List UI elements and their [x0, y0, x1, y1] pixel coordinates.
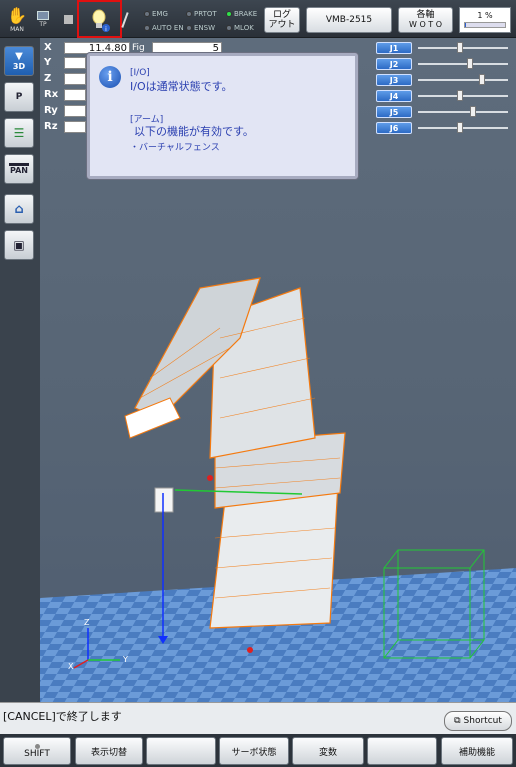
slider-knob[interactable] — [479, 74, 486, 85]
status-message: [CANCEL]で終了します — [3, 710, 122, 723]
popup-io-tag: [I/O] — [130, 68, 150, 78]
function-key-bar: SHIFT 表示切替 サーボ状態 変数 補助機能 — [0, 734, 516, 767]
joint-slider-j3[interactable] — [418, 73, 512, 86]
joint-row-j1: J1 — [376, 41, 512, 54]
joint-row-j5: J5 — [376, 105, 512, 118]
joint-slider-j4[interactable] — [418, 89, 512, 102]
speed-control[interactable]: 1 % — [459, 7, 511, 33]
joint-row-j4: J4 — [376, 89, 512, 102]
slider-knob[interactable] — [456, 90, 463, 101]
info-icon: i — [99, 66, 121, 88]
view-3d-button[interactable]: ▼ 3D — [4, 46, 34, 76]
teach-pendant-icon — [37, 10, 49, 20]
joint-button-j6[interactable]: J6 — [376, 121, 412, 134]
view-3d-icon: ▼ — [15, 51, 23, 62]
speed-bar-fill — [465, 23, 466, 27]
world-axis-label-z: Z — [84, 618, 90, 627]
left-toolbar: ▼ 3D P ☰ PAN ⌂ ▣ — [0, 38, 40, 702]
point-icon: P — [15, 92, 23, 102]
coord-rx-field[interactable] — [64, 88, 86, 101]
io-info-popup[interactable]: i [I/O] I/Oは通常状態です。 [アーム] 以下の機能が有効です。 ・バ… — [87, 53, 358, 179]
box-icon: ▣ — [13, 238, 25, 252]
fig-field[interactable]: 5 — [152, 41, 222, 54]
led-mlok: MLOK — [226, 24, 254, 32]
joint-slider-j6[interactable] — [418, 121, 512, 134]
led-ensw: ENSW — [186, 24, 215, 32]
slider-rail — [418, 127, 508, 129]
robot-model — [124, 277, 346, 629]
joint-slider-j1[interactable] — [418, 41, 512, 54]
teach-pendant-button[interactable]: TP — [32, 4, 54, 34]
robot-model-button[interactable]: VMB-2515 — [306, 7, 392, 33]
slider-rail — [418, 47, 508, 49]
f3-key[interactable] — [146, 737, 216, 765]
joint-slider-j2[interactable] — [418, 57, 512, 70]
slider-knob[interactable] — [467, 58, 474, 69]
shift-key[interactable]: SHIFT — [3, 737, 71, 765]
hand-icon: ✋ — [7, 5, 27, 25]
display-switch-key[interactable]: 表示切替 — [75, 737, 143, 765]
slider-knob[interactable] — [456, 42, 463, 53]
speed-value: 1 % — [477, 11, 493, 20]
slider-knob[interactable] — [470, 106, 477, 117]
tool-icon — [121, 12, 129, 28]
box-button[interactable]: ▣ — [4, 230, 34, 260]
home-button[interactable]: ⌂ — [4, 194, 34, 224]
slider-rail — [418, 95, 508, 97]
joint-button-j5[interactable]: J5 — [376, 105, 412, 118]
joint-row-j6: J6 — [376, 121, 512, 134]
home-icon: ⌂ — [14, 201, 24, 217]
stop-icon — [64, 15, 73, 24]
logout-button[interactable]: ログ アウト — [264, 7, 300, 33]
pan-button[interactable]: PAN — [4, 154, 34, 184]
slider-rail — [418, 111, 508, 113]
coord-ry-field[interactable] — [64, 104, 86, 117]
led-emg: EMG — [144, 10, 168, 18]
joint-button-j2[interactable]: J2 — [376, 57, 412, 70]
joint-button-j3[interactable]: J3 — [376, 73, 412, 86]
variables-key[interactable]: 変数 — [292, 737, 364, 765]
coord-x-field[interactable]: 11.4.80 — [64, 41, 130, 54]
coord-y-field[interactable] — [64, 56, 86, 69]
joint-button-j4[interactable]: J4 — [376, 89, 412, 102]
world-axis-label-x: X — [68, 662, 74, 671]
popup-io-message: I/Oは通常状態です。 — [130, 80, 233, 93]
world-axis-label-y: Y — [123, 655, 128, 664]
coord-rz-field[interactable] — [64, 120, 86, 133]
popup-arm-item: ・バーチャルフェンス — [130, 143, 220, 153]
joint-slider-j5[interactable] — [418, 105, 512, 118]
joint-button-j1[interactable]: J1 — [376, 41, 412, 54]
status-bar: [CANCEL]で終了します ⧉ Shortcut — [0, 702, 516, 734]
slider-knob[interactable] — [456, 122, 463, 133]
f6-key[interactable] — [367, 737, 437, 765]
speed-bar — [464, 22, 506, 28]
joint-row-j2: J2 — [376, 57, 512, 70]
top-bar: ✋ MAN TP i EMG PRTOT BRAKE AUTO EN ENSW … — [0, 0, 516, 38]
coord-z-field[interactable] — [64, 72, 86, 85]
slider-rail — [418, 79, 508, 81]
point-button[interactable]: P — [4, 82, 34, 112]
list-button[interactable]: ☰ — [4, 118, 34, 148]
axis-mode-button[interactable]: 各軸 W O T O — [398, 7, 453, 33]
led-prtot: PRTOT — [186, 10, 217, 18]
manual-mode-button[interactable]: ✋ MAN — [6, 4, 28, 34]
aux-function-key[interactable]: 補助機能 — [441, 737, 513, 765]
slider-rail — [418, 63, 508, 65]
led-auto-en: AUTO EN — [144, 24, 184, 32]
shortcut-button[interactable]: ⧉ Shortcut — [444, 711, 512, 731]
highlight-box — [77, 0, 122, 38]
list-icon: ☰ — [13, 126, 25, 140]
joint-row-j3: J3 — [376, 73, 512, 86]
popup-arm-message: 以下の機能が有効です。 — [134, 125, 254, 138]
led-brake: BRAKE — [226, 10, 257, 18]
servo-status-key[interactable]: サーボ状態 — [219, 737, 289, 765]
shortcut-icon: ⧉ — [454, 716, 461, 726]
